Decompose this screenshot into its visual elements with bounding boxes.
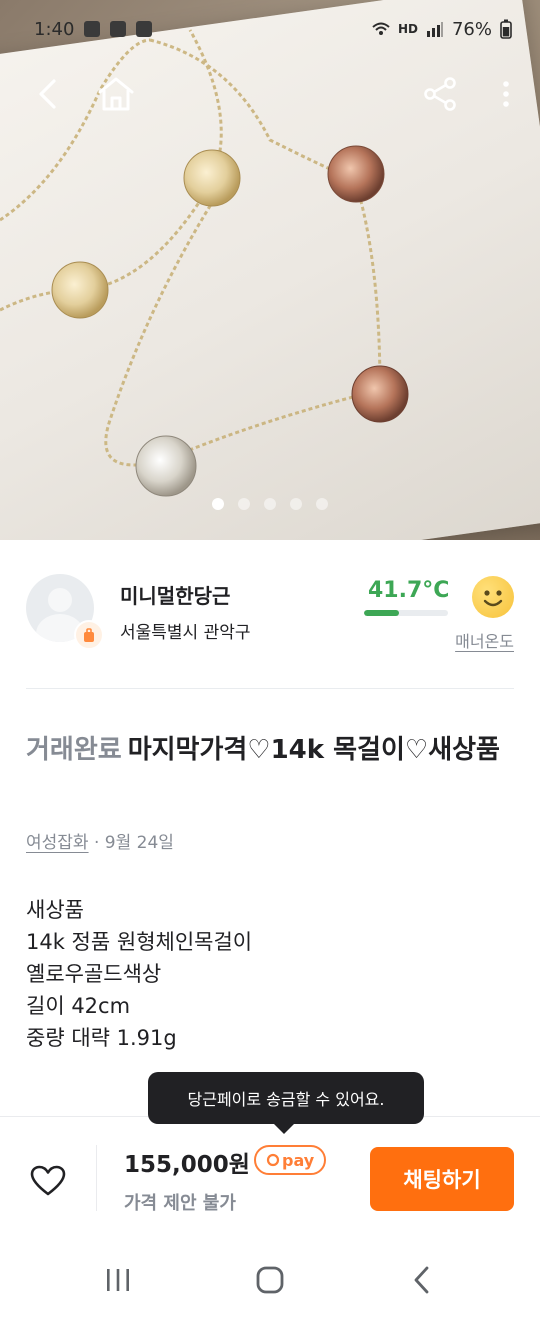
status-time: 1:40 (34, 18, 75, 40)
manner-temperature[interactable]: 41.7°C 매너온도 (364, 574, 514, 674)
seller-badge (74, 620, 104, 650)
description-line: 길이 42cm (26, 994, 131, 1018)
chat-button[interactable]: 채팅하기 (370, 1147, 514, 1211)
battery-level: 76% (451, 18, 492, 40)
manner-temp-label[interactable]: 매너온도 (455, 628, 514, 652)
more-vertical-icon (503, 81, 509, 107)
home-nav-button[interactable] (240, 1254, 300, 1306)
check-icon (136, 21, 153, 37)
wifi-icon (372, 22, 390, 35)
description-line: 중량 대략 1.91g (26, 1026, 177, 1050)
seller-location: 서울특별시 관악구 (120, 623, 251, 643)
like-button[interactable] (24, 1157, 72, 1205)
manner-temp-bar (364, 610, 448, 616)
pay-tooltip[interactable]: 당근페이로 송금할 수 있어요. (148, 1072, 424, 1134)
smile-face-icon (472, 576, 514, 618)
divider (96, 1145, 97, 1211)
network-type: HD (397, 22, 418, 36)
manner-temp-fill (364, 610, 400, 616)
pay-badge[interactable]: pay (254, 1145, 327, 1175)
back-button[interactable] (20, 62, 76, 126)
description-line: 옐로우골드색상 (26, 962, 162, 986)
category-link[interactable]: 여성잡화 (26, 833, 89, 853)
share-button[interactable] (412, 62, 468, 126)
listing-date: · 9월 24일 (88, 833, 174, 853)
recent-apps-icon (107, 1269, 129, 1291)
pagination-dot[interactable] (238, 498, 250, 510)
carrot-badge-icon (84, 628, 94, 642)
battery-icon (500, 19, 512, 39)
negotiation-status: 가격 제안 불가 (124, 1193, 236, 1214)
gallery-pagination (0, 498, 540, 510)
notification-icon (110, 21, 127, 37)
home-icon (98, 77, 134, 111)
signal-icon (426, 22, 443, 37)
home-circle-icon (256, 1266, 284, 1294)
description-line: 새상품 (26, 898, 84, 922)
share-icon (424, 77, 456, 111)
pagination-dot[interactable] (316, 498, 328, 510)
manner-temp-value: 41.7°C (368, 578, 450, 603)
notification-icon (84, 21, 101, 37)
image-toolbar (0, 62, 540, 126)
status-badge: 거래완료 (26, 735, 122, 765)
seller-name[interactable]: 미니멀한당근 (120, 580, 230, 609)
listing-title: 거래완료 마지막가격♡14k 목걸이♡새상품 (26, 730, 506, 770)
recent-apps-button[interactable] (88, 1254, 148, 1306)
heart-icon (30, 1165, 66, 1196)
chevron-left-icon (39, 79, 56, 109)
pagination-dot[interactable] (264, 498, 276, 510)
price: 155,000원 (124, 1152, 250, 1178)
listing-meta: 여성잡화 · 9월 24일 (26, 828, 174, 853)
pay-badge-label: pay (282, 1150, 315, 1170)
back-nav-button[interactable] (392, 1254, 452, 1306)
chevron-left-icon (414, 1266, 429, 1294)
description-line: 14k 정품 원형체인목걸이 (26, 930, 253, 954)
status-bar: 1:40 HD 76% (0, 0, 540, 58)
more-options-button[interactable] (478, 62, 534, 126)
listing-title-text: 마지막가격♡14k 목걸이♡새상품 (127, 735, 500, 765)
pagination-dot[interactable] (212, 498, 224, 510)
product-image-gallery[interactable]: 1:40 HD 76% (0, 0, 540, 540)
purchase-bar: 155,000원 pay 가격 제안 불가 채팅하기 (0, 1116, 540, 1240)
pagination-dot[interactable] (290, 498, 302, 510)
home-button[interactable] (88, 62, 144, 126)
divider (26, 688, 514, 689)
pay-logo-icon (266, 1153, 280, 1167)
listing-description: 새상품 14k 정품 원형체인목걸이 옐로우골드색상 길이 42cm 중량 대략… (26, 894, 506, 1054)
system-navigation-bar (0, 1240, 540, 1320)
seller-profile[interactable]: 미니멀한당근 서울특별시 관악구 41.7°C 매너온도 (26, 574, 514, 674)
